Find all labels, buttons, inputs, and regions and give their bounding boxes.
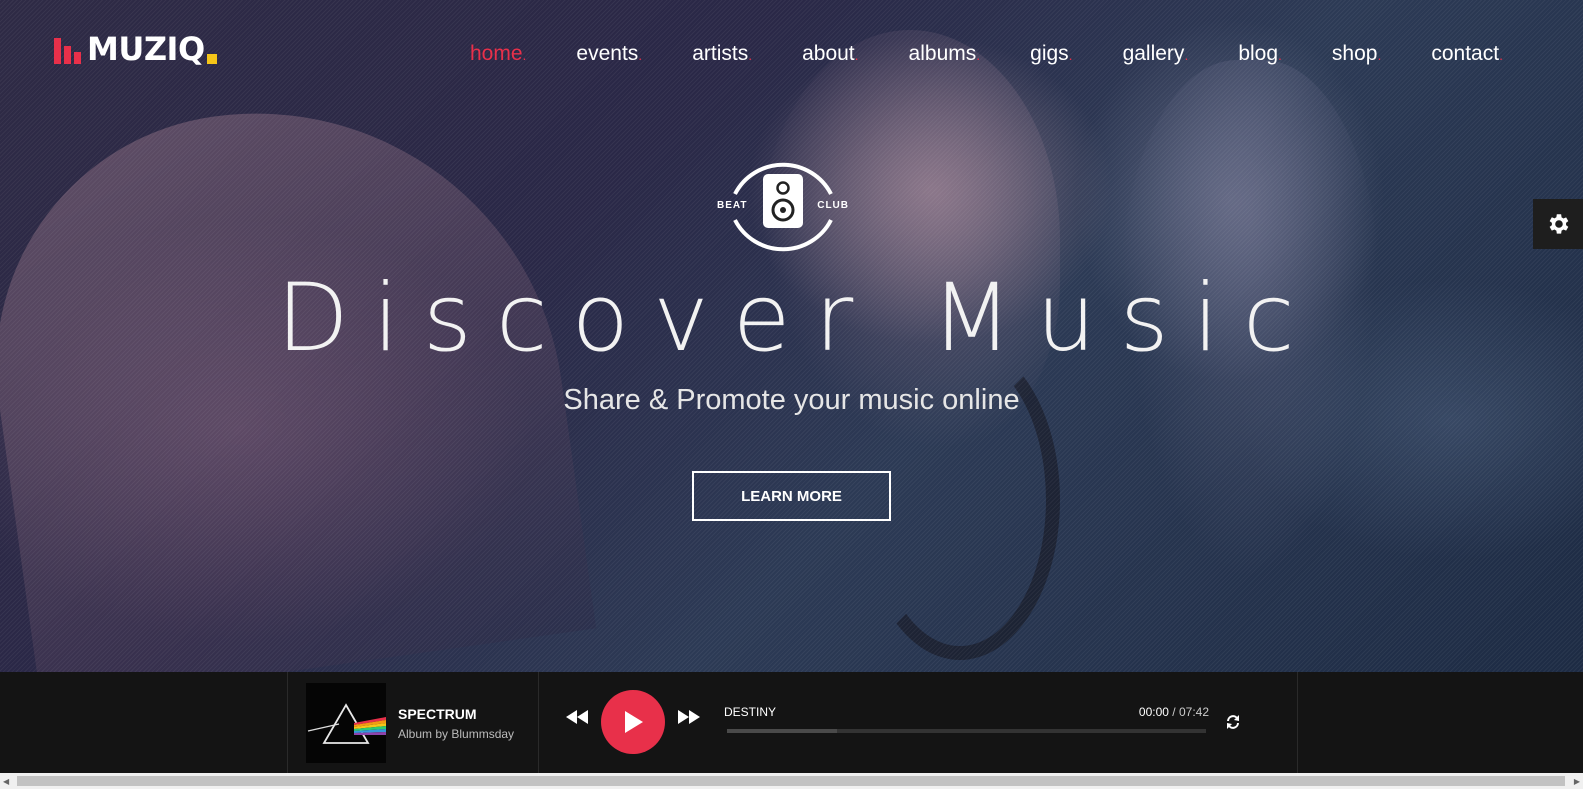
hero-subline: Share & Promote your music online [563, 384, 1020, 416]
nav-item-albums[interactable]: albums. [909, 42, 981, 66]
learn-more-button[interactable]: LEARN MORE [692, 471, 891, 521]
time-separator: / [1172, 705, 1176, 719]
previous-button[interactable] [566, 710, 588, 729]
fast-forward-icon [678, 710, 700, 724]
nav-item-gigs[interactable]: gigs. [1030, 42, 1072, 66]
album-info: SPECTRUM Album by Blummsday [288, 672, 539, 773]
play-icon [625, 711, 643, 733]
beat-club-badge: BEAT CLUB [715, 150, 851, 264]
rewind-icon [566, 710, 588, 724]
badge-label-club: CLUB [817, 200, 849, 211]
album-title: SPECTRUM [398, 706, 477, 722]
nav-item-contact[interactable]: contact. [1431, 42, 1503, 66]
play-button[interactable] [601, 690, 665, 754]
nav-item-blog[interactable]: blog. [1238, 42, 1282, 66]
nav-item-events[interactable]: events. [576, 42, 642, 66]
settings-tab[interactable] [1533, 199, 1583, 249]
logo-text: MUZIQ [87, 30, 205, 68]
next-button[interactable] [678, 710, 700, 729]
current-time: 00:00 [1138, 705, 1169, 719]
scroll-right-icon[interactable]: ▶ [1574, 777, 1580, 786]
hero-section: MUZIQ home. events. artists. about. albu… [0, 0, 1583, 672]
repeat-icon [1227, 715, 1239, 729]
hero-headline: Discover Music [276, 264, 1319, 373]
site-logo[interactable]: MUZIQ [54, 30, 217, 68]
audio-player: SPECTRUM Album by Blummsday DESTINY 00:0… [0, 672, 1583, 773]
time-display: 00:00 / 07:42 [1139, 705, 1209, 719]
main-nav: home. events. artists. about. albums. gi… [470, 42, 1503, 66]
repeat-button[interactable] [1225, 714, 1241, 735]
album-cover[interactable] [306, 683, 386, 763]
prism-icon [307, 703, 386, 744]
nav-item-artists[interactable]: artists. [692, 42, 752, 66]
nav-item-shop[interactable]: shop. [1332, 42, 1381, 66]
nav-item-home[interactable]: home. [470, 42, 526, 66]
progress-fill [727, 729, 838, 733]
horizontal-scrollbar[interactable]: ◀ ▶ [0, 773, 1583, 789]
logo-bars-icon [54, 38, 81, 64]
nav-item-gallery[interactable]: gallery. [1123, 42, 1189, 66]
scroll-left-icon[interactable]: ◀ [3, 777, 9, 786]
nav-item-about[interactable]: about. [802, 42, 858, 66]
player-container: SPECTRUM Album by Blummsday DESTINY 00:0… [287, 672, 1298, 773]
now-playing-title: DESTINY [724, 705, 777, 719]
gear-icon [1549, 214, 1569, 234]
duration: 07:42 [1178, 705, 1209, 719]
scrollbar-thumb[interactable] [17, 776, 1565, 786]
progress-bar[interactable] [727, 729, 1206, 733]
album-subtitle: Album by Blummsday [398, 727, 515, 741]
badge-label-beat: BEAT [717, 200, 748, 211]
logo-dot [206, 54, 217, 64]
